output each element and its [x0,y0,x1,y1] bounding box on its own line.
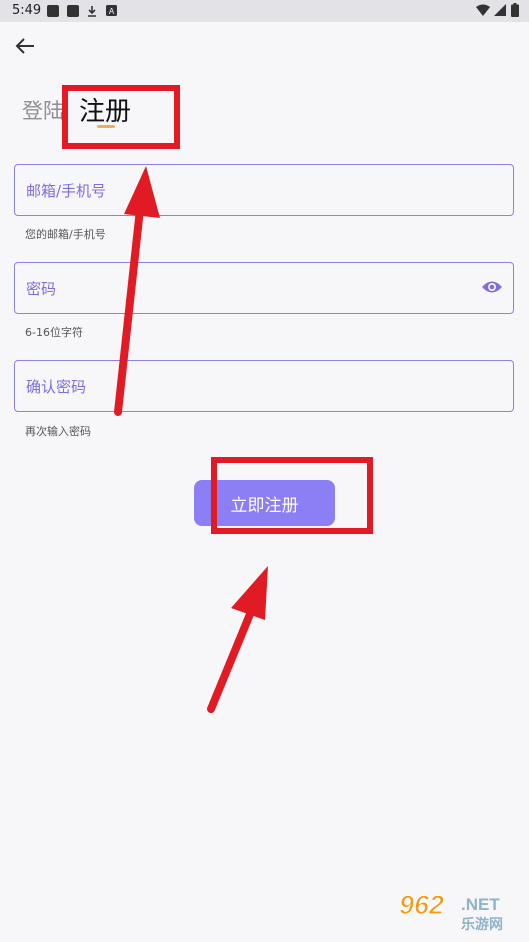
annotation-arrows [114,166,268,713]
annotation-arrow-head [231,566,268,620]
watermark-logo: 962 .NET 乐游网 [399,890,504,934]
annotation-arrow-shaft [114,196,145,416]
watermark-logo-number: 962 [399,890,444,920]
watermark-text: 乐游网 [461,916,503,932]
watermark: 962 .NET 乐游网 [395,888,523,936]
annotation-arrow-head [124,166,160,218]
annotation-arrow-shaft [207,598,259,713]
watermark-logo-suffix: .NET [461,895,500,914]
